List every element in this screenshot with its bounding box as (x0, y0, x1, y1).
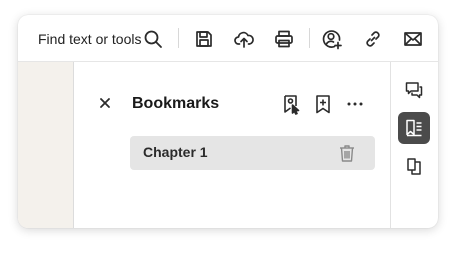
bookmarks-panel: Bookmarks Chapter 1 (74, 62, 390, 228)
bookmarks-icon (406, 119, 422, 137)
panel-title: Bookmarks (132, 95, 220, 112)
add-user-icon[interactable] (321, 28, 343, 50)
pages-icon (407, 158, 421, 175)
upload-icon[interactable] (233, 28, 255, 50)
comment-button[interactable] (398, 74, 430, 106)
toolbar-divider (309, 28, 310, 48)
bookmark-item[interactable]: Chapter 1 (130, 136, 375, 170)
delete-icon[interactable] (337, 143, 357, 163)
bookmark-from-selection-icon[interactable] (280, 93, 302, 115)
bookmarks-button[interactable] (398, 112, 430, 144)
toolbar-divider (178, 28, 179, 48)
top-toolbar: Find text or tools (18, 15, 438, 62)
more-icon[interactable] (344, 93, 366, 115)
find-text-or-tools-label[interactable]: Find text or tools (38, 31, 142, 47)
app-window: Find text or tools Bookmarks Chapter 1 (18, 15, 438, 228)
save-icon[interactable] (193, 28, 215, 50)
add-bookmark-icon[interactable] (312, 93, 334, 115)
mail-icon[interactable] (402, 28, 424, 50)
right-tool-rail (390, 62, 438, 228)
search-icon[interactable] (142, 28, 164, 50)
document-page-strip (18, 62, 74, 228)
bookmark-label: Chapter 1 (143, 144, 208, 160)
print-icon[interactable] (273, 28, 295, 50)
close-icon[interactable] (98, 96, 112, 110)
pages-button[interactable] (398, 150, 430, 182)
link-icon[interactable] (362, 28, 384, 50)
comment-icon (405, 82, 423, 99)
